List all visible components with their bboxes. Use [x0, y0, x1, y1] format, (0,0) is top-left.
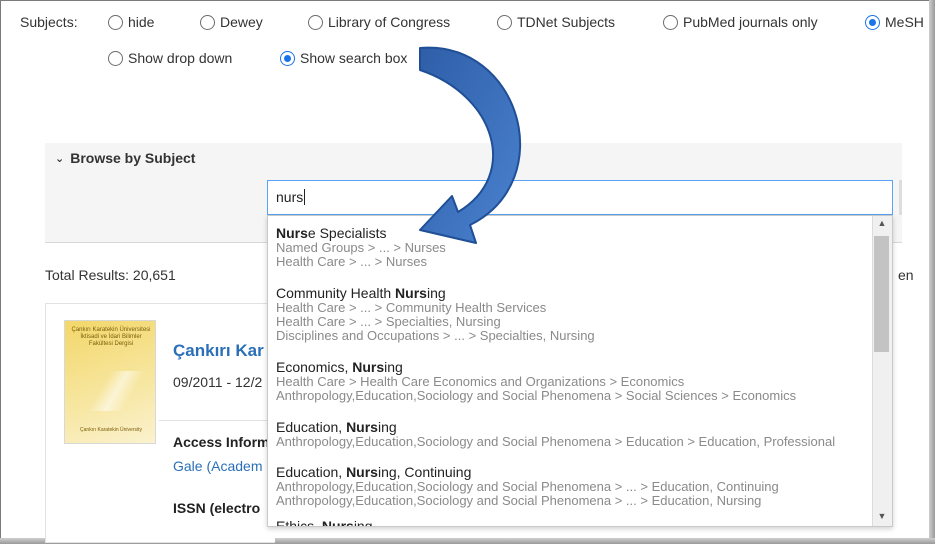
suggestion-term: Nurse Specialists: [276, 225, 387, 241]
chevron-down-icon[interactable]: ⌄: [55, 152, 64, 165]
suggestion-item[interactable]: Ethics, Nursing: [276, 518, 373, 527]
radio-circle[interactable]: [497, 14, 512, 30]
suggestion-term: Education, Nursing: [276, 419, 397, 435]
subject-search-input[interactable]: nurs: [267, 180, 893, 215]
results-right-truncated: en: [898, 267, 914, 283]
suggestion-term: Economics, Nursing: [276, 359, 403, 375]
frame-shadow-right: [929, 0, 935, 544]
cover-footer: Çankırı Karatekin Üniversity: [80, 427, 142, 433]
suggestion-term: Education, Nursing, Continuing: [276, 464, 472, 480]
display-radio-searchbox[interactable]: Show search box: [280, 50, 407, 66]
cover-title: Çankırı Karatekin Üniversitesi İktisadi …: [71, 327, 151, 347]
subject-radio-hide[interactable]: hide: [108, 14, 154, 30]
subject-radio-tdnet[interactable]: TDNet Subjects: [497, 14, 615, 30]
radio-circle[interactable]: [663, 14, 678, 30]
suggestion-path: Anthropology,Education,Sociology and Soc…: [276, 493, 762, 508]
journal-cover-image[interactable]: Çankırı Karatekin Üniversitesi İktisadi …: [64, 320, 156, 444]
browse-heading[interactable]: ⌄ Browse by Subject: [55, 150, 195, 166]
search-button-edge[interactable]: [899, 180, 902, 215]
display-radio-dropdown[interactable]: Show drop down: [108, 50, 232, 66]
scroll-up-arrow-icon[interactable]: ▲: [872, 218, 892, 232]
subject-radio-loc[interactable]: Library of Congress: [308, 14, 450, 30]
suggestion-path: Health Care > ... > Community Health Ser…: [276, 300, 547, 315]
subject-radio-dewey[interactable]: Dewey: [200, 14, 263, 30]
radio-circle-selected[interactable]: [280, 50, 295, 66]
scroll-down-arrow-icon[interactable]: ▼: [872, 511, 892, 525]
divider: [159, 420, 275, 421]
suggestion-path: Anthropology,Education,Sociology and Soc…: [276, 434, 836, 449]
suggestion-path: Anthropology,Education,Sociology and Soc…: [276, 388, 797, 403]
suggestion-path: Health Care > Health Care Economics and …: [276, 374, 685, 389]
subjects-label: Subjects:: [20, 14, 78, 30]
result-title-link[interactable]: Çankırı Kar: [173, 341, 264, 361]
suggestion-item[interactable]: Education, Nursing, Continuing Anthropol…: [276, 464, 779, 508]
suggestion-path: Named Groups > ... > Nurses: [276, 240, 446, 255]
suggestion-path: Anthropology,Education,Sociology and Soc…: [276, 479, 779, 494]
result-date-range: 09/2011 - 12/2: [173, 374, 263, 390]
total-results: Total Results: 20,651: [45, 267, 176, 283]
suggestion-dropdown: Nurse Specialists Named Groups > ... > N…: [267, 215, 893, 527]
text-cursor: [304, 189, 306, 205]
suggestion-path: Health Care > ... > Nurses: [276, 254, 428, 269]
scrollbar-thumb[interactable]: [874, 236, 889, 352]
cover-ray: [65, 371, 155, 411]
suggestion-term: Ethics, Nursing: [276, 518, 373, 527]
subject-radio-mesh[interactable]: MeSH: [865, 14, 924, 30]
issn-heading: ISSN (electro: [173, 500, 261, 516]
suggestion-item[interactable]: Economics, Nursing Health Care > Health …: [276, 359, 796, 403]
suggestion-item[interactable]: Nurse Specialists Named Groups > ... > N…: [276, 225, 446, 269]
suggestion-path: Disciplines and Occupations > ... > Spec…: [276, 328, 595, 343]
suggestion-path: Health Care > ... > Specialties, Nursing: [276, 314, 501, 329]
suggestion-term: Community Health Nursing: [276, 285, 446, 301]
suggestion-item[interactable]: Community Health Nursing Health Care > .…: [276, 285, 595, 343]
provider-link[interactable]: Gale (Academ: [173, 458, 262, 474]
radio-circle-selected[interactable]: [865, 14, 880, 30]
access-info-heading: Access Inform: [173, 434, 270, 450]
radio-circle[interactable]: [108, 14, 123, 30]
radio-circle[interactable]: [200, 14, 215, 30]
suggestion-item[interactable]: Education, Nursing Anthropology,Educatio…: [276, 419, 835, 449]
radio-circle[interactable]: [308, 14, 323, 30]
radio-circle[interactable]: [108, 50, 123, 66]
subject-radio-pubmed[interactable]: PubMed journals only: [663, 14, 818, 30]
